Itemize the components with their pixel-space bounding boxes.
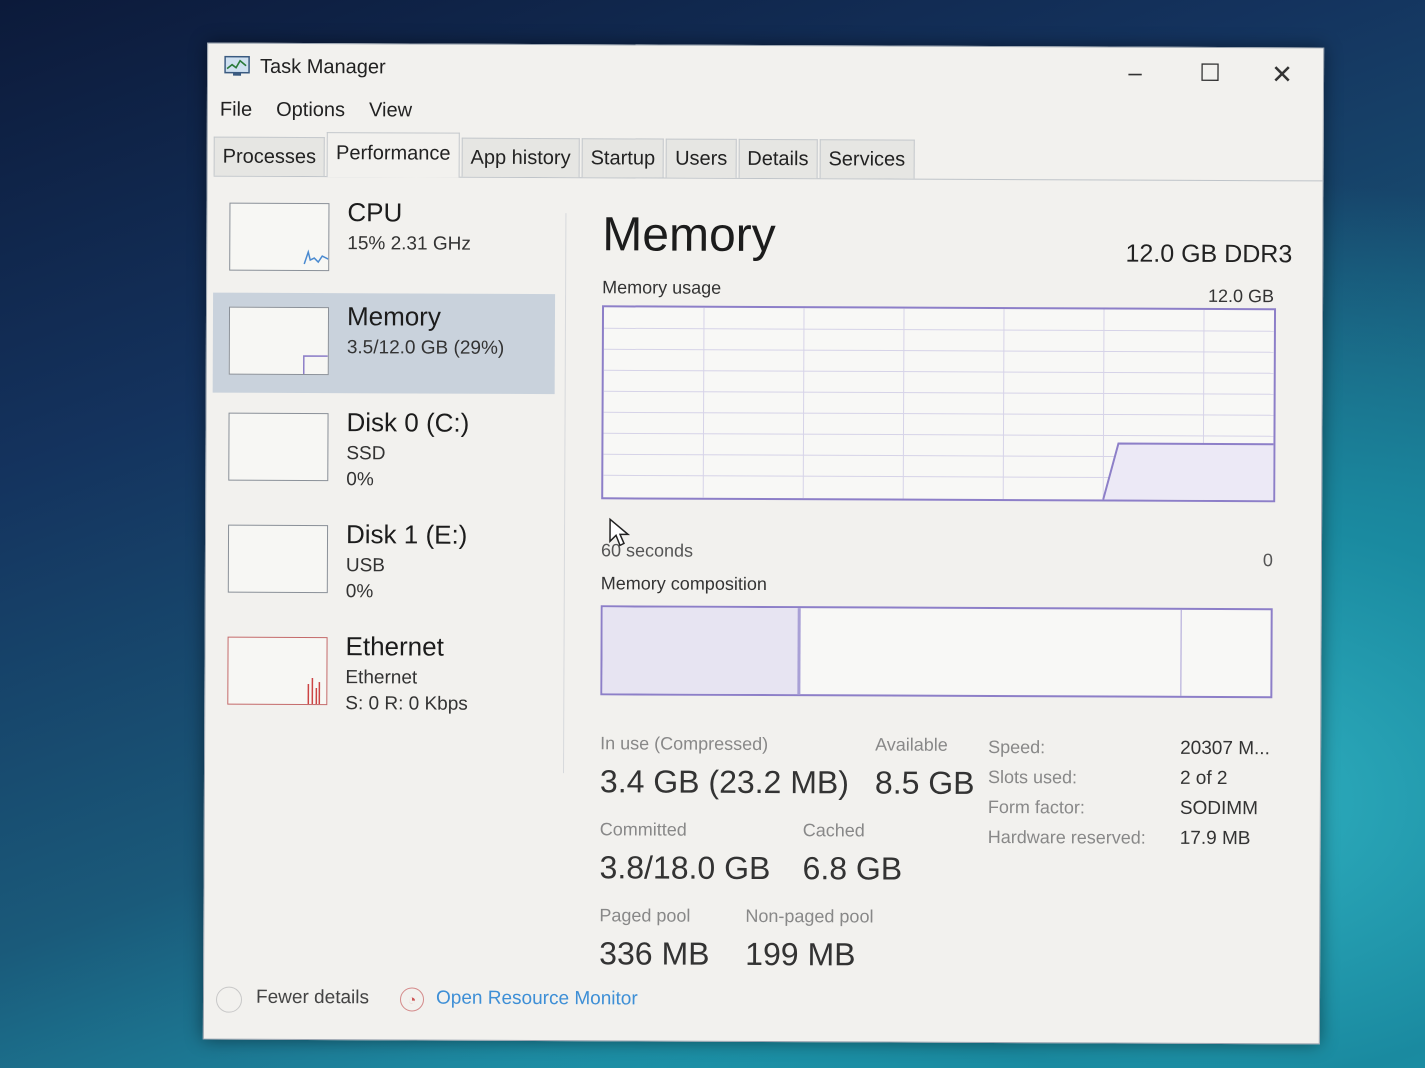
task-manager-app-icon [224,55,250,76]
tab-processes[interactable]: Processes [213,136,326,177]
mouse-cursor-icon [609,517,631,547]
disk1-usage: 0% [345,581,374,603]
menu-view[interactable]: View [369,94,412,126]
nonpaged-pool-label: Non-paged pool [745,905,874,927]
sidebar-item-disk1[interactable]: Disk 1 (E:) USB 0% [212,511,554,612]
tab-performance[interactable]: Performance [326,132,460,178]
disk1-type: USB [345,555,386,577]
tab-app-history[interactable]: App history [461,137,580,178]
in-use-label: In use (Compressed) [600,733,769,755]
available-label: Available [875,734,948,755]
speed-value: 20307 M... [1180,737,1270,760]
memory-stats: In use (Compressed) 3.4 GB (23.2 MB) Ava… [599,733,1290,972]
disk1-label: Disk 1 (E:) [345,519,468,550]
task-manager-window: Task Manager – ☐ ✕ File Options View Pro… [202,42,1325,1045]
committed-label: Committed [599,819,687,840]
paged-pool-value: 336 MB [599,935,710,972]
memory-detail-panel: Memory 12.0 GB DDR3 Memory usage 12.0 GB… [599,195,1293,972]
sidebar-item-memory[interactable]: Memory 3.5/12.0 GB (29%) [212,292,556,395]
close-button[interactable]: ✕ [1259,58,1305,90]
cpu-thumbnail-graph [229,202,330,272]
title-bar[interactable]: Task Manager – ☐ ✕ [208,44,1323,97]
menu-options[interactable]: Options [276,94,345,126]
cached-value: 6.8 GB [802,850,903,887]
memory-composition-bar [600,605,1273,699]
fewer-details-button[interactable]: Fewer details [256,987,369,1009]
ethernet-label: Ethernet [345,631,444,662]
memory-thumbnail-graph [228,306,330,376]
menu-bar: File Options View [208,94,436,127]
disk0-usage: 0% [346,469,374,491]
ethernet-type: Ethernet [345,667,418,689]
ethernet-thumbnail-graph [227,636,328,706]
slots-label: Slots used: [987,766,1078,788]
tab-details[interactable]: Details [738,138,818,179]
tab-services[interactable]: Services [819,139,915,179]
resource-monitor-icon: ◔ [399,987,425,1012]
speed-label: Speed: [988,736,1046,758]
open-resource-monitor-link[interactable]: Open Resource Monitor [436,988,638,1011]
hardware-reserved-value: 17.9 MB [1179,827,1251,850]
disk0-type: SSD [346,443,386,465]
slots-value: 2 of 2 [1179,767,1228,790]
sidebar-item-ethernet[interactable]: Ethernet Ethernet S: 0 R: 0 Kbps [211,623,553,724]
minimize-button[interactable]: – [1112,58,1158,90]
hardware-reserved-label: Hardware reserved: [987,826,1146,848]
usage-graph-label: Memory usage [602,277,722,298]
sidebar-divider [562,213,567,774]
memory-spec: 12.0 GB DDR3 [1125,239,1293,269]
chevron-up-icon[interactable] [215,986,243,1013]
cached-label: Cached [802,820,865,841]
memory-detail: 3.5/12.0 GB (29%) [346,337,505,359]
footer-bar: Fewer details ◔ Open Resource Monitor [204,979,1319,1024]
nonpaged-pool-value: 199 MB [745,935,856,973]
tab-strip: Processes Performance App history Startu… [213,131,1323,182]
disk0-label: Disk 0 (C:) [346,407,470,438]
cpu-label: CPU [347,197,403,228]
ethernet-rate: S: 0 R: 0 Kbps [345,693,468,715]
paged-pool-label: Paged pool [599,905,691,926]
tab-users[interactable]: Users [666,138,737,178]
available-value: 8.5 GB [874,764,975,801]
graph-time-zero: 0 [1262,550,1273,571]
committed-value: 3.8/18.0 GB [599,849,771,887]
form-factor-label: Form factor: [987,796,1085,818]
form-factor-value: SODIMM [1179,797,1259,820]
maximize-button[interactable]: ☐ [1187,58,1233,90]
composition-standby [800,608,1182,696]
sidebar-item-cpu[interactable]: CPU 15% 2.31 GHz [213,189,555,290]
usage-graph-max: 12.0 GB [1207,285,1275,307]
composition-label: Memory composition [600,573,767,595]
memory-label: Memory [346,301,441,332]
window-title: Task Manager [260,55,386,79]
sidebar-item-disk0[interactable]: Disk 0 (C:) SSD 0% [212,399,554,500]
composition-in-use [602,607,801,695]
menu-file[interactable]: File [220,94,252,126]
page-title: Memory [602,208,776,263]
disk1-thumbnail-graph [227,524,329,594]
disk0-thumbnail-graph [228,412,329,482]
performance-sidebar: CPU 15% 2.31 GHz Memory 3.5/12.0 GB (29%… [205,189,564,771]
tab-startup[interactable]: Startup [581,138,665,178]
memory-usage-graph [601,305,1277,503]
cpu-detail: 15% 2.31 GHz [347,233,471,255]
in-use-value: 3.4 GB (23.2 MB) [599,763,850,801]
